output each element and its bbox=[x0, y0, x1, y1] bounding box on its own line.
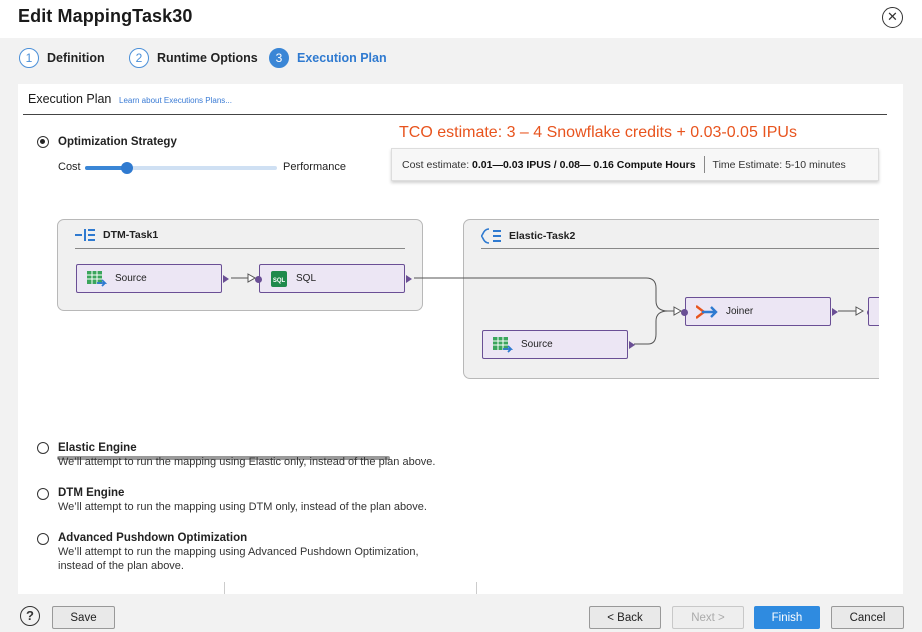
step-runtime-options[interactable]: 2 Runtime Options bbox=[129, 48, 258, 68]
svg-text:SQL: SQL bbox=[273, 278, 286, 284]
learn-more-link[interactable]: Learn about Executions Plans... bbox=[119, 96, 232, 105]
slider-cost-label: Cost bbox=[58, 161, 81, 173]
advanced-pushdown-desc-line2: instead of the plan above. bbox=[58, 560, 184, 572]
finish-button[interactable]: Finish bbox=[754, 606, 820, 629]
help-icon[interactable]: ? bbox=[20, 606, 40, 626]
output-port[interactable] bbox=[832, 308, 838, 316]
divider bbox=[476, 582, 477, 594]
elastic-task-icon bbox=[481, 228, 501, 244]
group-header-line bbox=[75, 248, 405, 249]
advanced-pushdown-desc-line1: We’ll attempt to run the mapping using A… bbox=[58, 546, 419, 558]
tco-estimate: TCO estimate: 3 – 4 Snowflake credits + … bbox=[399, 124, 797, 141]
node-source-elastic[interactable]: Source bbox=[482, 330, 628, 359]
dtm-engine-desc: We’ll attempt to run the mapping using D… bbox=[58, 501, 427, 513]
node-next-partial[interactable] bbox=[868, 297, 879, 326]
dtm-engine-radio[interactable] bbox=[37, 488, 49, 500]
dialog-footer: ? Save < Back Next > Finish Cancel bbox=[0, 594, 922, 632]
node-sql[interactable]: SQL SQL bbox=[259, 264, 405, 293]
save-button[interactable]: Save bbox=[52, 606, 115, 629]
sql-icon: SQL bbox=[271, 270, 287, 287]
source-table-icon bbox=[493, 336, 513, 353]
execution-plan-diagram: DTM-Task1 Source SQL SQL Elastic-Task2 J… bbox=[56, 174, 879, 384]
input-port[interactable] bbox=[255, 276, 262, 283]
optimization-strategy-radio[interactable] bbox=[37, 136, 49, 148]
joiner-icon bbox=[696, 304, 718, 319]
node-label: Source bbox=[521, 339, 553, 350]
node-label: Source bbox=[115, 273, 147, 284]
group-elastic-task2[interactable]: Elastic-Task2 Joiner Source bbox=[463, 219, 879, 379]
step-label: Definition bbox=[47, 51, 105, 65]
step-execution-plan[interactable]: 3 Execution Plan bbox=[269, 48, 387, 68]
advanced-pushdown-title: Advanced Pushdown Optimization bbox=[58, 532, 248, 544]
back-button[interactable]: < Back bbox=[589, 606, 661, 629]
cost-estimate-value: 0.01—0.03 IPUS / 0.08— 0.16 Compute Hour… bbox=[472, 158, 696, 171]
output-port[interactable] bbox=[406, 275, 412, 283]
group-header-line bbox=[481, 248, 879, 249]
step-number: 1 bbox=[19, 48, 39, 68]
dtm-task-icon bbox=[75, 229, 95, 241]
group-dtm-task1[interactable]: DTM-Task1 Source SQL SQL bbox=[57, 219, 423, 311]
node-label: Joiner bbox=[726, 306, 754, 317]
cancel-button[interactable]: Cancel bbox=[831, 606, 904, 629]
node-label: SQL bbox=[296, 273, 317, 284]
group-name: Elastic-Task2 bbox=[509, 230, 576, 242]
node-joiner[interactable]: Joiner bbox=[685, 297, 831, 326]
dialog-body: 1 Definition 2 Runtime Options 3 Executi… bbox=[0, 38, 922, 632]
cost-time-separator bbox=[703, 156, 705, 173]
cost-estimate-label: Cost estimate: bbox=[402, 158, 470, 171]
source-table-icon bbox=[87, 270, 107, 287]
elastic-engine-radio[interactable] bbox=[37, 442, 49, 454]
time-estimate-label: Time Estimate: bbox=[712, 158, 783, 171]
dialog-title: Edit MappingTask30 bbox=[18, 6, 193, 26]
optimization-strategy-title: Optimization Strategy bbox=[58, 136, 177, 148]
step-number: 3 bbox=[269, 48, 289, 68]
section-divider bbox=[23, 114, 887, 115]
group-name: DTM-Task1 bbox=[103, 229, 159, 241]
elastic-engine-title: Elastic Engine bbox=[58, 442, 137, 454]
step-label: Runtime Options bbox=[157, 51, 258, 65]
close-icon[interactable]: ✕ bbox=[882, 7, 903, 28]
slider-thumb[interactable] bbox=[121, 162, 133, 174]
input-port[interactable] bbox=[681, 309, 688, 316]
node-source[interactable]: Source bbox=[76, 264, 222, 293]
section-title: Execution Plan bbox=[28, 92, 112, 106]
step-label: Execution Plan bbox=[297, 51, 387, 65]
step-definition[interactable]: 1 Definition bbox=[19, 48, 105, 68]
group-header: Elastic-Task2 bbox=[481, 228, 575, 244]
dialog-titlebar: Edit MappingTask30 ✕ bbox=[0, 0, 922, 38]
elastic-engine-desc: We’ll attempt to run the mapping using E… bbox=[58, 456, 436, 468]
time-estimate-value: 5-10 minutes bbox=[785, 158, 846, 171]
step-number: 2 bbox=[129, 48, 149, 68]
group-header: DTM-Task1 bbox=[75, 228, 158, 242]
output-port[interactable] bbox=[223, 275, 229, 283]
wizard-steps: 1 Definition 2 Runtime Options 3 Executi… bbox=[0, 38, 922, 78]
output-port[interactable] bbox=[629, 341, 635, 349]
dtm-engine-title: DTM Engine bbox=[58, 487, 125, 499]
advanced-pushdown-radio[interactable] bbox=[37, 533, 49, 545]
next-button[interactable]: Next > bbox=[672, 606, 744, 629]
slider-performance-label: Performance bbox=[283, 161, 346, 173]
execution-plan-panel: Execution Plan Learn about Executions Pl… bbox=[18, 84, 903, 594]
divider bbox=[224, 582, 225, 594]
